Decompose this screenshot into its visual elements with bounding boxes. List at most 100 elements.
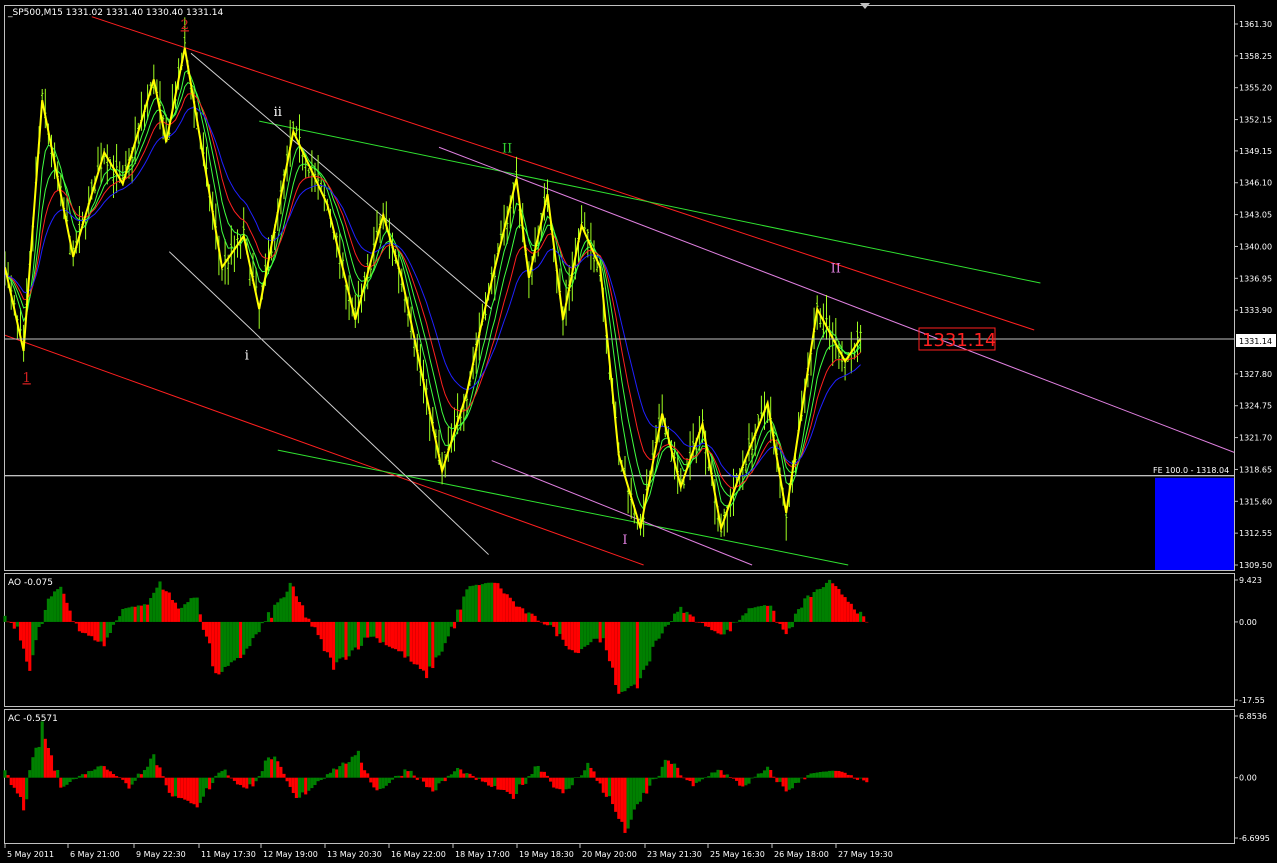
histogram-bar bbox=[738, 619, 742, 622]
histogram-bar bbox=[800, 607, 804, 622]
histogram-bar bbox=[598, 777, 602, 784]
histogram-bar bbox=[849, 775, 853, 778]
axis-tick-label: 1352.15 bbox=[1239, 116, 1272, 125]
histogram-bar bbox=[9, 621, 13, 623]
histogram-bar bbox=[697, 621, 701, 623]
histogram-bar bbox=[592, 621, 596, 639]
histogram-bar bbox=[136, 605, 140, 622]
histogram-bar bbox=[536, 765, 540, 778]
histogram-bar bbox=[561, 621, 565, 640]
histogram-bar bbox=[533, 766, 537, 778]
histogram-bar bbox=[251, 777, 255, 787]
histogram-bar bbox=[691, 616, 695, 622]
histogram-bar bbox=[115, 620, 119, 622]
histogram-bar bbox=[564, 777, 568, 790]
histogram-bar bbox=[99, 621, 103, 642]
histogram-bar bbox=[629, 621, 633, 687]
histogram-bar bbox=[322, 777, 326, 779]
histogram-bar bbox=[387, 621, 391, 647]
time-axis[interactable]: 5 May 2011 6 May 21:00 9 May 22:30 11 May 1… bbox=[4, 844, 893, 859]
histogram-bar bbox=[759, 605, 763, 622]
histogram-bar bbox=[328, 621, 333, 658]
histogram-bar bbox=[586, 621, 590, 646]
histogram-bar bbox=[828, 770, 832, 778]
histogram-bar bbox=[818, 771, 822, 778]
histogram-bar bbox=[301, 605, 305, 622]
histogram-bar bbox=[406, 621, 410, 657]
histogram-bar bbox=[595, 621, 599, 639]
histogram-bar bbox=[645, 777, 649, 794]
histogram-bar bbox=[195, 597, 199, 622]
histogram-bar bbox=[772, 776, 776, 778]
ac-axis[interactable]: 6.8536 0.00 -6.6995 bbox=[1234, 712, 1270, 843]
histogram-bar bbox=[381, 621, 385, 643]
histogram-bar bbox=[332, 621, 336, 670]
histogram-bar bbox=[46, 598, 50, 622]
histogram-bar bbox=[756, 606, 760, 622]
histogram-bar bbox=[186, 602, 190, 622]
histogram-bar bbox=[626, 621, 630, 689]
histogram-bar bbox=[558, 777, 562, 790]
histogram-bar bbox=[232, 621, 236, 661]
histogram-bar bbox=[809, 596, 813, 622]
ac-pane[interactable] bbox=[4, 709, 1235, 844]
histogram-bar bbox=[310, 777, 314, 789]
histogram-bar bbox=[654, 777, 658, 779]
histogram-bar bbox=[846, 774, 850, 778]
histogram-bar bbox=[409, 621, 413, 662]
histogram-bar bbox=[496, 583, 500, 622]
histogram-bar bbox=[635, 621, 639, 689]
histogram-bar bbox=[713, 772, 717, 778]
histogram-bar bbox=[406, 771, 410, 778]
histogram-bar bbox=[508, 777, 512, 794]
axis-tick-label: 9.423 bbox=[1239, 576, 1262, 585]
wave-label: II bbox=[831, 262, 841, 277]
histogram-bar bbox=[183, 604, 187, 622]
histogram-bar bbox=[629, 777, 633, 820]
histogram-bar bbox=[859, 611, 863, 622]
histogram-bar bbox=[204, 777, 209, 789]
histogram-bar bbox=[397, 775, 401, 778]
histogram-bar bbox=[366, 773, 370, 778]
histogram-bar bbox=[821, 771, 825, 778]
histogram-bar bbox=[781, 621, 785, 630]
histogram-bar bbox=[220, 621, 224, 672]
histogram-bar bbox=[648, 621, 652, 662]
wave-label: i bbox=[245, 348, 249, 363]
histogram-bar bbox=[211, 621, 215, 667]
ao-axis[interactable]: 9.423 0.00 -17.55 bbox=[1234, 576, 1265, 705]
zigzag-line bbox=[5, 47, 862, 533]
histogram-bar bbox=[549, 777, 553, 782]
histogram-bar bbox=[201, 621, 205, 630]
ao-histogram bbox=[3, 579, 869, 694]
histogram-bar bbox=[769, 769, 773, 778]
histogram-bar bbox=[425, 777, 429, 788]
histogram-bar bbox=[806, 775, 810, 778]
histogram-bar bbox=[859, 777, 863, 779]
histogram-bar bbox=[15, 621, 19, 627]
histogram-bar bbox=[707, 776, 711, 778]
histogram-bar bbox=[90, 621, 94, 637]
histogram-bar bbox=[471, 775, 475, 778]
histogram-bar bbox=[524, 613, 528, 622]
histogram-bar bbox=[542, 771, 546, 778]
histogram-bar bbox=[59, 777, 63, 788]
histogram-bar bbox=[245, 777, 249, 789]
histogram-bar bbox=[56, 589, 60, 622]
histogram-bar bbox=[130, 777, 134, 785]
histogram-bar bbox=[384, 621, 388, 646]
time-tick-label: 6 May 21:00 bbox=[70, 850, 120, 859]
histogram-bar bbox=[508, 597, 512, 622]
histogram-bar bbox=[797, 777, 801, 783]
histogram-bar bbox=[722, 774, 726, 778]
histogram-bar bbox=[12, 621, 16, 629]
histogram-bar bbox=[778, 777, 782, 782]
main-chart-pane[interactable] bbox=[4, 5, 1235, 571]
histogram-bar bbox=[34, 621, 38, 641]
price-axis[interactable]: 1361.30 1358.25 1355.20 1352.15 1349.15 1346.… bbox=[1234, 20, 1272, 570]
histogram-bar bbox=[443, 621, 447, 644]
histogram-bar bbox=[666, 760, 670, 778]
axis-tick-label: 1309.50 bbox=[1239, 561, 1272, 570]
axis-tick-label: 1318.65 bbox=[1239, 465, 1272, 474]
histogram-bar bbox=[456, 767, 460, 778]
